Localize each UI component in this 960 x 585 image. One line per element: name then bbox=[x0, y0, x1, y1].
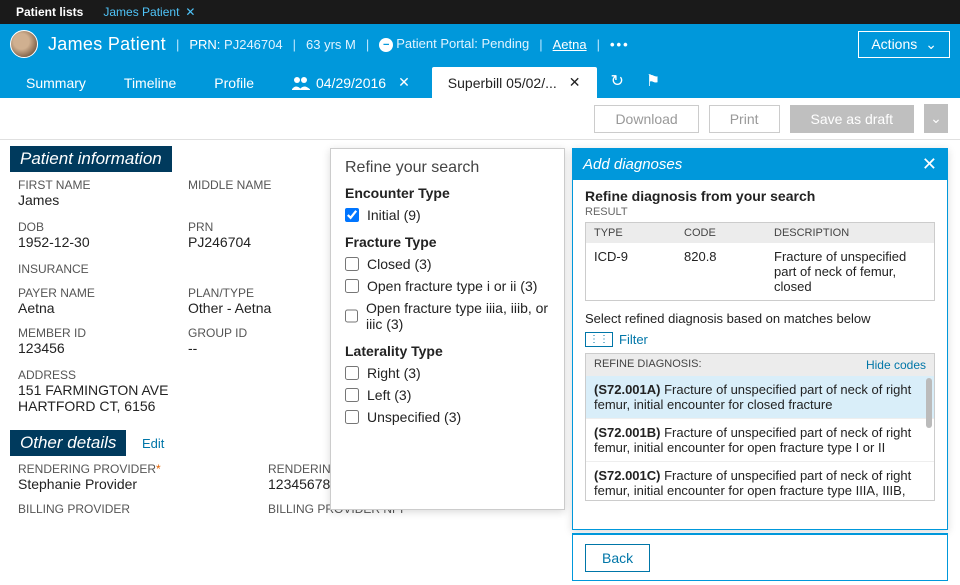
first-name-label: FIRST NAME bbox=[18, 178, 168, 192]
result-type: ICD-9 bbox=[594, 249, 684, 294]
col-type: TYPE bbox=[594, 227, 684, 239]
result-table: TYPE CODE DESCRIPTION ICD-9 820.8 Fractu… bbox=[585, 222, 935, 301]
other-details-header: Other details bbox=[10, 430, 126, 456]
tab-summary[interactable]: Summary bbox=[10, 68, 102, 98]
back-button[interactable]: Back bbox=[585, 544, 650, 572]
payer-link[interactable]: Aetna bbox=[553, 37, 587, 52]
diagnosis-item[interactable]: (S72.001A) Fracture of unspecified part … bbox=[586, 376, 934, 419]
refine-diagnosis-heading: Refine diagnosis from your search bbox=[585, 188, 935, 204]
checkbox-open12[interactable]: Open fracture type i or ii (3) bbox=[345, 275, 550, 297]
checkbox-unspecified[interactable]: Unspecified (3) bbox=[345, 406, 550, 428]
middle-name-label: MIDDLE NAME bbox=[188, 178, 348, 192]
filter-link[interactable]: ⋮⋮ Filter bbox=[585, 332, 935, 347]
select-instruction: Select refined diagnosis based on matche… bbox=[585, 311, 935, 326]
col-code: CODE bbox=[684, 227, 774, 239]
checkbox-open3[interactable]: Open fracture type iiia, iiib, or iiic (… bbox=[345, 297, 550, 335]
refine-list-header: REFINE DIAGNOSIS: bbox=[594, 358, 702, 372]
group-value: -- bbox=[188, 340, 348, 356]
close-icon[interactable]: ✕ bbox=[398, 74, 410, 91]
add-diagnoses-panel: Add diagnoses ✕ Refine diagnosis from yo… bbox=[572, 148, 948, 530]
edit-link[interactable]: Edit bbox=[142, 436, 164, 451]
result-code: 820.8 bbox=[684, 249, 774, 294]
patient-info-header: Patient information bbox=[10, 146, 172, 172]
save-dropdown-button[interactable]: ⌄ bbox=[924, 104, 948, 133]
minus-circle-icon: − bbox=[379, 38, 393, 52]
refine-title: Refine your search bbox=[345, 159, 550, 177]
plan-label: PLAN/TYPE bbox=[188, 286, 348, 300]
patient-tab[interactable]: James Patient ✕ bbox=[95, 5, 203, 19]
save-draft-button[interactable]: Save as draft bbox=[790, 105, 915, 133]
age-sex: 63 yrs M bbox=[306, 37, 356, 52]
billing-label: BILLING PROVIDER bbox=[18, 502, 248, 516]
tab-strip: Summary Timeline Profile 04/29/2016 ✕ Su… bbox=[0, 64, 960, 98]
tab-encounter[interactable]: 04/29/2016 ✕ bbox=[276, 67, 426, 98]
member-label: MEMBER ID bbox=[18, 326, 168, 340]
print-button[interactable]: Print bbox=[709, 105, 780, 133]
first-name-value: James bbox=[18, 192, 168, 208]
refine-search-panel: Refine your search Encounter Type Initia… bbox=[330, 148, 565, 510]
action-row: Download Print Save as draft ⌄ bbox=[0, 98, 960, 140]
dob-label: DOB bbox=[18, 220, 168, 234]
diag-panel-header: Add diagnoses ✕ bbox=[573, 149, 947, 180]
rendering-value: Stephanie Provider bbox=[18, 476, 248, 492]
patient-name: James Patient bbox=[48, 34, 166, 55]
diag-panel-footer: Back bbox=[572, 533, 948, 581]
diagnosis-item[interactable]: (S72.001B) Fracture of unspecified part … bbox=[586, 419, 934, 462]
prn: PRN: PJ246704 bbox=[189, 37, 282, 52]
encounter-type-group: Encounter Type bbox=[345, 185, 550, 201]
insurance-label: INSURANCE bbox=[18, 262, 348, 276]
patient-tab-label: James Patient bbox=[103, 5, 179, 19]
actions-button[interactable]: Actions ⌄ bbox=[858, 31, 950, 58]
tab-superbill[interactable]: Superbill 05/02/... ✕ bbox=[432, 67, 597, 98]
result-label: RESULT bbox=[585, 206, 935, 218]
dob-value: 1952-12-30 bbox=[18, 234, 168, 250]
checkbox-left[interactable]: Left (3) bbox=[345, 384, 550, 406]
rendering-label: RENDERING PROVIDER* bbox=[18, 462, 248, 476]
address1-value: 151 FARMINGTON AVE bbox=[18, 382, 348, 398]
topbar: Patient lists James Patient ✕ bbox=[0, 0, 960, 24]
patient-lists-tab[interactable]: Patient lists bbox=[8, 5, 91, 19]
address2-value: HARTFORD CT, 6156 bbox=[18, 398, 348, 414]
people-icon bbox=[292, 76, 310, 90]
flag-icon[interactable]: ⚑ bbox=[638, 64, 668, 98]
payer-label: PAYER NAME bbox=[18, 286, 168, 300]
result-desc: Fracture of unspecified part of neck of … bbox=[774, 249, 926, 294]
portal-status: −Patient Portal: Pending bbox=[379, 36, 529, 52]
close-icon[interactable]: ✕ bbox=[569, 74, 581, 91]
history-icon[interactable]: ↻ bbox=[603, 64, 632, 98]
close-icon[interactable]: ✕ bbox=[922, 154, 937, 175]
diagnosis-item[interactable]: (S72.001C) Fracture of unspecified part … bbox=[586, 462, 934, 501]
plan-value: Other - Aetna bbox=[188, 300, 348, 316]
laterality-type-group: Laterality Type bbox=[345, 343, 550, 359]
patient-banner: James Patient | PRN: PJ246704 | 63 yrs M… bbox=[0, 24, 960, 64]
refine-diagnosis-list: REFINE DIAGNOSIS: Hide codes (S72.001A) … bbox=[585, 353, 935, 501]
prn-label: PRN bbox=[188, 220, 348, 234]
member-value: 123456 bbox=[18, 340, 168, 356]
checkbox-initial[interactable]: Initial (9) bbox=[345, 204, 550, 226]
more-icon[interactable]: ••• bbox=[610, 37, 630, 52]
result-row: ICD-9 820.8 Fracture of unspecified part… bbox=[586, 243, 934, 300]
payer-value: Aetna bbox=[18, 300, 168, 316]
avatar bbox=[10, 30, 38, 58]
close-icon[interactable]: ✕ bbox=[185, 5, 195, 19]
chevron-down-icon: ⌄ bbox=[925, 36, 937, 53]
col-desc: DESCRIPTION bbox=[774, 227, 926, 239]
download-button[interactable]: Download bbox=[594, 105, 698, 133]
checkbox-closed[interactable]: Closed (3) bbox=[345, 253, 550, 275]
prn-value: PJ246704 bbox=[188, 234, 348, 250]
group-label: GROUP ID bbox=[188, 326, 348, 340]
sliders-icon: ⋮⋮ bbox=[585, 332, 613, 347]
fracture-type-group: Fracture Type bbox=[345, 234, 550, 250]
scrollbar[interactable] bbox=[926, 378, 932, 428]
checkbox-right[interactable]: Right (3) bbox=[345, 362, 550, 384]
tab-profile[interactable]: Profile bbox=[198, 68, 270, 98]
hide-codes-link[interactable]: Hide codes bbox=[866, 358, 926, 372]
address-label: ADDRESS bbox=[18, 368, 348, 382]
tab-timeline[interactable]: Timeline bbox=[108, 68, 192, 98]
